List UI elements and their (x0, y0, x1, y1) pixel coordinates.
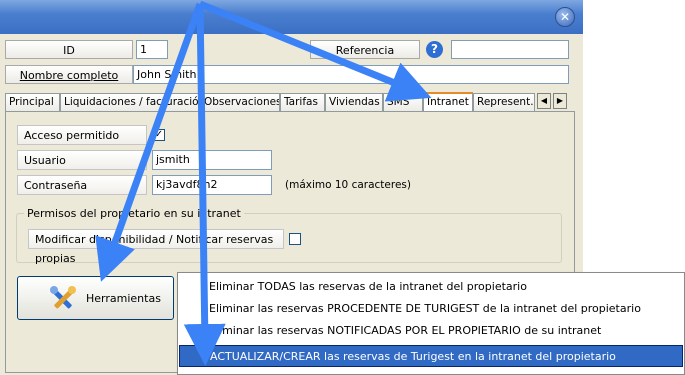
nombre-label: Nombre completo (5, 65, 133, 84)
menu-item-eliminar-turigest[interactable]: Eliminar las reservas PROCEDENTE DE TURI… (179, 298, 683, 320)
title-bar: ✕ (0, 0, 583, 34)
tab-tarifas[interactable]: Tarifas (280, 93, 325, 111)
tab-scroll-right-icon[interactable]: ▶ (553, 93, 567, 109)
tab-viviendas[interactable]: Viviendas (325, 93, 383, 111)
modificar-checkbox[interactable] (289, 233, 301, 245)
tab-sms[interactable]: SMS (383, 93, 423, 111)
usuario-field[interactable]: jsmith (152, 150, 272, 170)
herramientas-label: Herramientas (86, 292, 161, 305)
permisos-title: Permisos del propietario en su intranet (24, 207, 244, 220)
tab-represent[interactable]: Represent. l (473, 93, 535, 111)
tab-scroll-left-icon[interactable]: ◀ (537, 93, 551, 109)
nombre-field[interactable]: John Smith (133, 65, 569, 84)
acceso-label: Acceso permitido (17, 125, 147, 145)
referencia-label: Referencia (310, 40, 420, 59)
modificar-label: Modificar disponibilidad / Notificar res… (28, 229, 284, 265)
id-field[interactable]: 1 (136, 40, 168, 59)
tools-icon (50, 286, 76, 309)
tab-intranet[interactable]: Intranet (423, 92, 473, 112)
id-label: ID (5, 40, 133, 59)
menu-item-eliminar-notificadas[interactable]: Eliminar las reservas NOTIFICADAS POR EL… (179, 320, 683, 342)
menu-item-eliminar-todas[interactable]: Eliminar TODAS las reservas de la intran… (179, 276, 683, 298)
referencia-field[interactable] (451, 40, 569, 59)
help-icon[interactable]: ? (426, 41, 443, 58)
close-icon[interactable]: ✕ (555, 7, 575, 27)
contrasena-hint: (máximo 10 caracteres) (285, 179, 411, 191)
contrasena-field[interactable]: kj3avdf8h2 (152, 175, 272, 195)
contrasena-label: Contraseña (17, 175, 147, 195)
tab-observaciones[interactable]: Observaciones (200, 93, 280, 111)
usuario-label: Usuario (17, 150, 147, 170)
tab-liquidaciones[interactable]: Liquidaciones / facturación (60, 93, 200, 111)
menu-item-actualizar-crear[interactable]: ACTUALIZAR/CREAR las reservas de Turiges… (179, 345, 683, 367)
herramientas-button[interactable]: Herramientas (17, 276, 174, 320)
tab-principal[interactable]: Principal (5, 93, 60, 111)
context-menu: Eliminar TODAS las reservas de la intran… (177, 272, 685, 375)
acceso-checkbox[interactable]: ✓ (153, 129, 165, 141)
